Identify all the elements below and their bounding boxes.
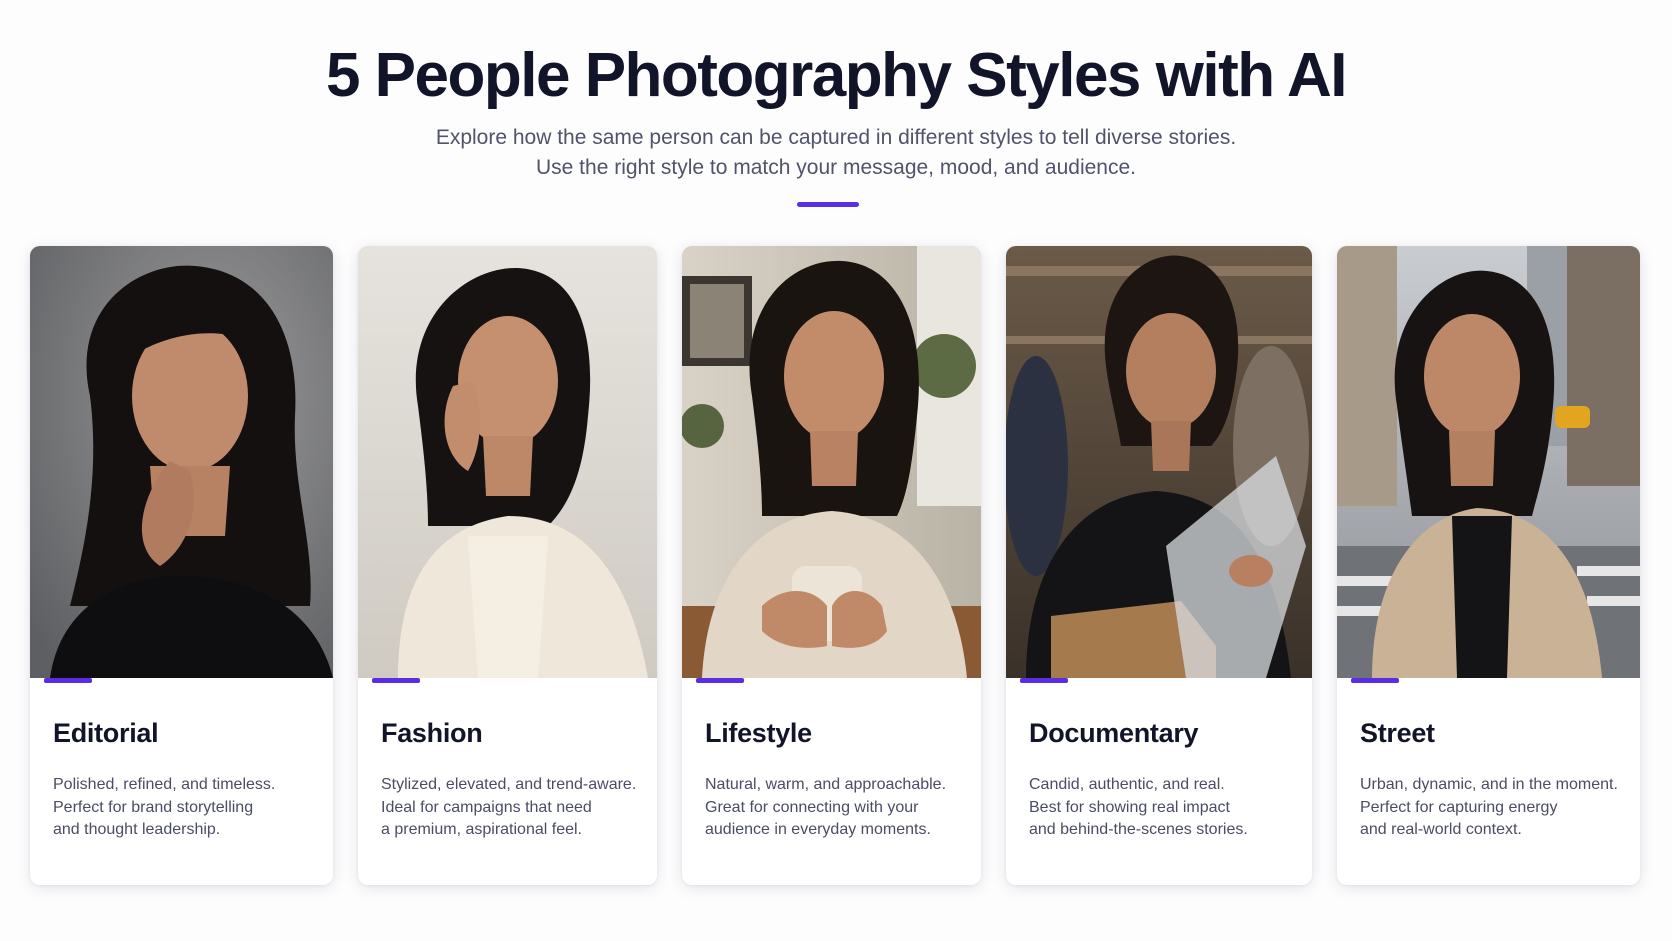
card-description: Candid, authentic, and real. Best for sh…: [1029, 776, 1248, 838]
style-card-street: Street Urban, dynamic, and in the moment…: [1337, 246, 1640, 885]
fashion-photo: [358, 246, 657, 678]
header-divider: [797, 202, 859, 207]
style-card-lifestyle: Lifestyle Natural, warm, and approachabl…: [682, 246, 981, 885]
card-description: Natural, warm, and approachable. Great f…: [705, 776, 947, 838]
subtitle-line-1: Explore how the same person can be captu…: [435, 126, 1237, 149]
card-title: Street: [1360, 718, 1435, 748]
style-card-documentary: Documentary Candid, authentic, and real.…: [1006, 246, 1312, 885]
lifestyle-photo: [682, 246, 981, 678]
card-title: Editorial: [53, 718, 159, 748]
card-accent-bar: [1351, 678, 1399, 683]
card-accent-bar: [372, 678, 420, 683]
card-title: Documentary: [1029, 718, 1199, 748]
style-card-fashion: Fashion Stylized, elevated, and trend-aw…: [358, 246, 657, 885]
subtitle-line-2: Use the right style to match your messag…: [536, 156, 1136, 179]
card-description: Polished, refined, and timeless. Perfect…: [53, 776, 276, 838]
card-description: Urban, dynamic, and in the moment. Perfe…: [1360, 776, 1618, 838]
card-title: Lifestyle: [705, 718, 812, 748]
card-accent-bar: [1020, 678, 1068, 683]
documentary-photo: [1006, 246, 1312, 678]
street-photo: [1337, 246, 1640, 678]
card-description: Stylized, elevated, and trend-aware. Ide…: [381, 776, 637, 838]
style-card-editorial: Editorial Polished, refined, and timeles…: [30, 246, 333, 885]
card-accent-bar: [44, 678, 92, 683]
card-title: Fashion: [381, 718, 483, 748]
page-title: 5 People Photography Styles with AI: [325, 41, 1348, 110]
editorial-photo: [30, 246, 333, 678]
card-accent-bar: [696, 678, 744, 683]
